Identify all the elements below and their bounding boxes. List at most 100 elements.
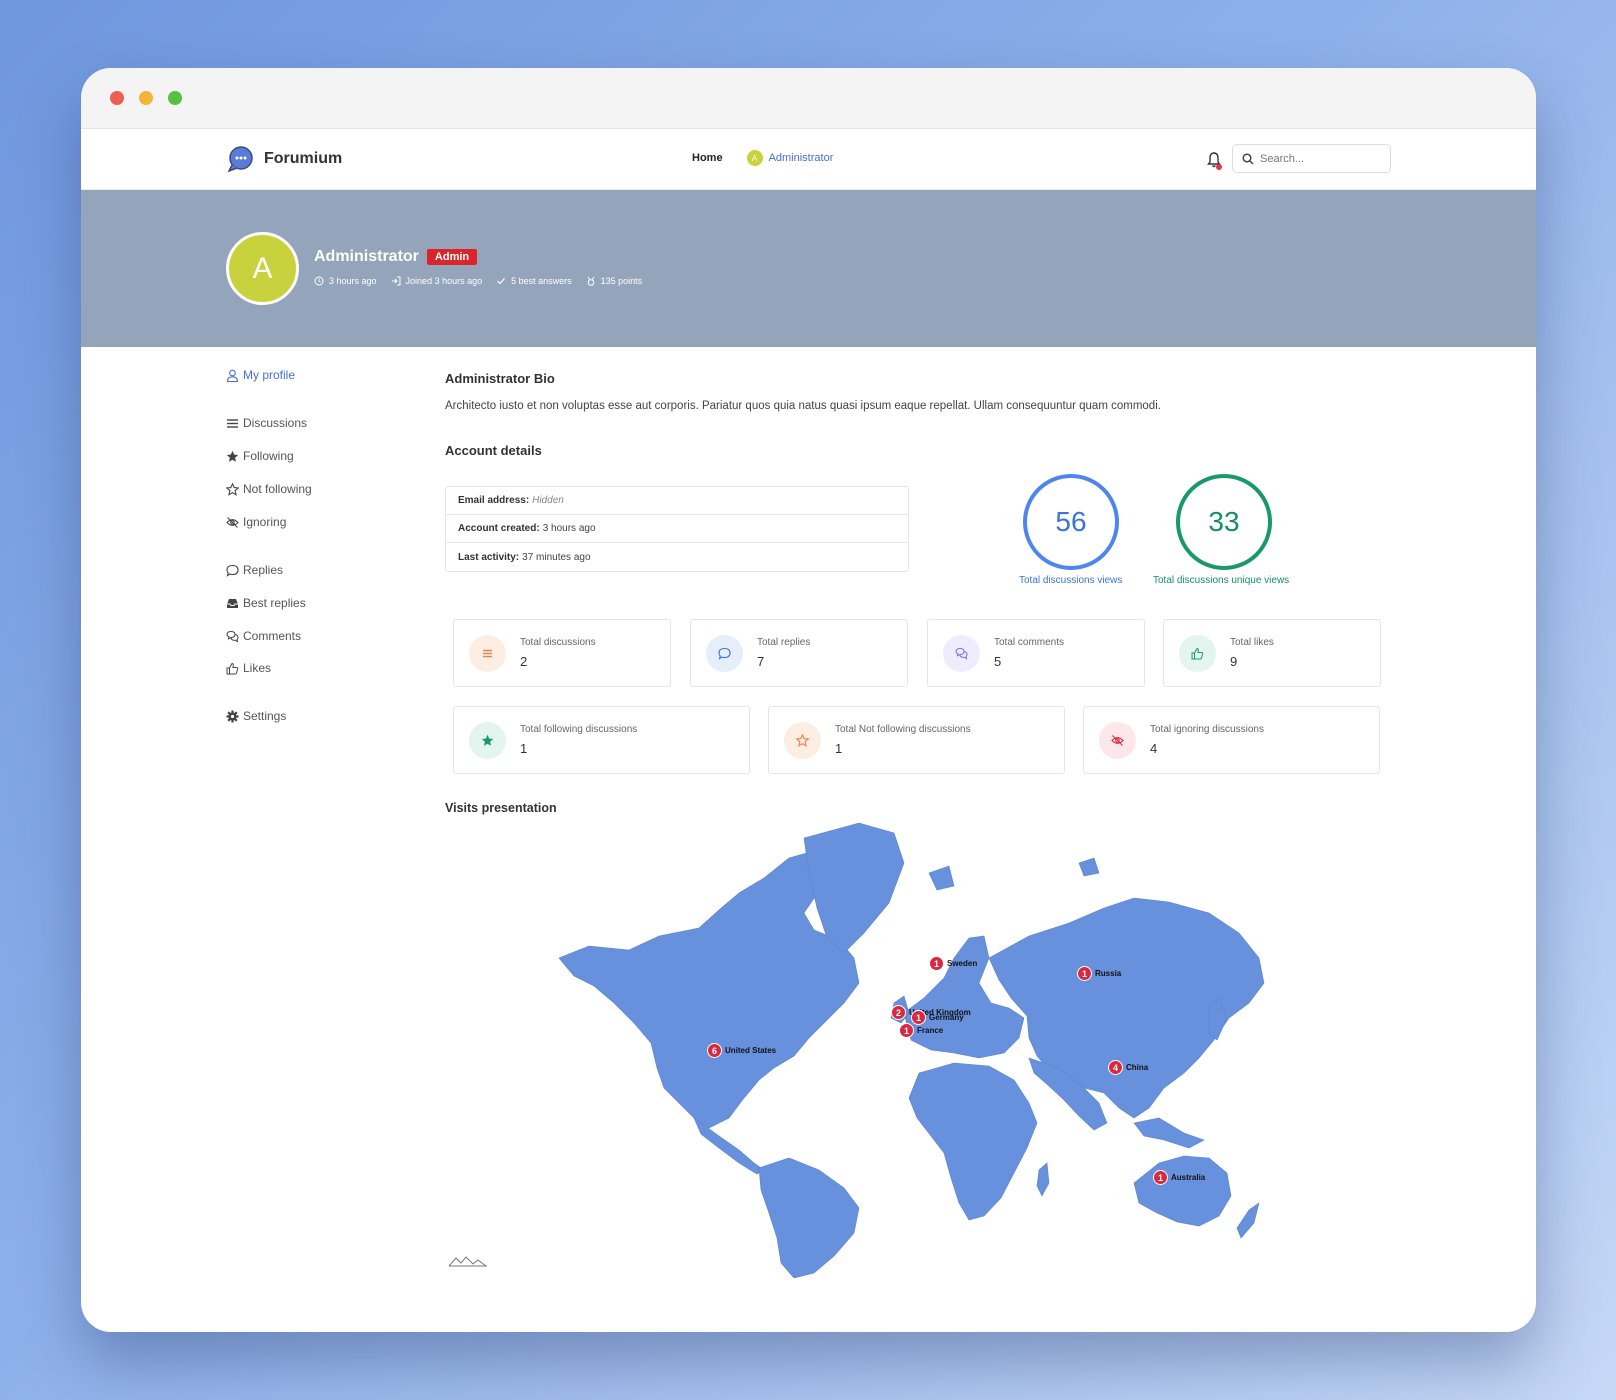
stat-label: Total following discussions — [520, 724, 638, 735]
sidebar-item-following[interactable]: Following — [226, 446, 294, 466]
list-icon — [227, 418, 238, 428]
profile-meta: 3 hours ago Joined 3 hours ago 5 best an… — [314, 276, 642, 286]
stat-value: 4 — [1150, 741, 1158, 756]
comments-icon — [943, 634, 980, 672]
email-label: Email address: — [458, 495, 530, 506]
map-marker[interactable]: 1 France — [899, 1023, 943, 1038]
gear-icon — [226, 710, 239, 722]
star-filled-icon — [469, 721, 506, 759]
stat-label: Total Not following discussions — [835, 724, 971, 735]
map-marker[interactable]: 4 China — [1108, 1060, 1148, 1075]
stat-value: 2 — [520, 654, 528, 669]
stat-value: 5 — [994, 654, 1002, 669]
account-created-label: Account created: — [458, 523, 540, 534]
meta-points-text: 135 points — [600, 276, 643, 286]
meta-last-seen-text: 3 hours ago — [329, 276, 377, 286]
marker-count: 1 — [929, 956, 944, 971]
sidebar-item-label: Comments — [243, 629, 302, 643]
marker-count: 6 — [707, 1043, 722, 1058]
close-window-button[interactable] — [110, 91, 124, 105]
star-filled-icon — [226, 450, 239, 462]
stat-label: Total discussions — [520, 637, 596, 648]
stat-card-comments: Total comments 5 — [927, 619, 1145, 687]
check-icon — [497, 278, 506, 285]
meta-best-answers-text: 5 best answers — [511, 276, 572, 286]
stat-value: 1 — [835, 741, 843, 756]
stat-value: 9 — [1230, 654, 1238, 669]
stat-label: Total replies — [757, 637, 811, 648]
stat-card-ignoring: Total ignoring discussions 4 — [1083, 706, 1380, 774]
minimize-window-button[interactable] — [139, 91, 153, 105]
bio-text: Architecto iusto et non voluptas esse au… — [445, 400, 1161, 412]
stat-value: 7 — [757, 654, 765, 669]
search-box[interactable] — [1232, 144, 1391, 173]
meta-points: 135 points — [586, 276, 643, 286]
nav-home-link[interactable]: Home — [692, 152, 723, 164]
unique-views-ring: 33 — [1176, 474, 1272, 570]
last-activity-row: Last activity: 37 minutes ago — [446, 543, 908, 571]
sidebar-item-ignoring[interactable]: Ignoring — [226, 512, 286, 532]
email-row: Email address: Hidden — [446, 487, 908, 515]
maximize-window-button[interactable] — [168, 91, 182, 105]
sidebar-item-label: Following — [243, 449, 294, 463]
sidebar-item-my-profile[interactable]: My profile — [226, 365, 295, 385]
brand-logo-icon — [227, 146, 253, 173]
account-created-row: Account created: 3 hours ago — [446, 515, 908, 543]
comment-icon — [226, 564, 239, 577]
sidebar-item-label: Ignoring — [243, 515, 287, 529]
marker-country: France — [917, 1026, 944, 1035]
sidebar-item-not-following[interactable]: Not following — [226, 479, 312, 499]
stat-value: 1 — [520, 741, 528, 756]
clock-icon — [314, 276, 324, 286]
marker-country: Sweden — [947, 959, 978, 968]
sidebar-item-best-replies[interactable]: Best replies — [226, 593, 306, 613]
role-badge: Admin — [426, 249, 478, 265]
thumbs-up-icon — [226, 662, 239, 674]
marker-country: Australia — [1171, 1173, 1206, 1182]
eye-slash-icon — [1099, 721, 1136, 759]
star-outline-icon — [784, 721, 821, 759]
stat-card-replies: Total replies 7 — [690, 619, 908, 687]
inbox-icon — [227, 598, 238, 608]
last-activity-label: Last activity: — [458, 551, 520, 563]
search-input[interactable] — [1260, 152, 1375, 165]
comments-icon — [226, 630, 239, 642]
bio-title: Administrator Bio — [445, 371, 555, 386]
map-marker[interactable]: 1 Russia — [1077, 966, 1121, 981]
stat-label: Total likes — [1230, 637, 1274, 648]
account-created-value: 3 hours ago — [542, 523, 596, 534]
sidebar-item-label: Not following — [243, 482, 312, 496]
sidebar-item-label: Best replies — [243, 596, 306, 610]
sidebar-item-likes[interactable]: Likes — [226, 658, 271, 678]
visits-world-map[interactable]: 1 Sweden 1 Russia 2 United Kingdom 1 Ger… — [558, 818, 1279, 1279]
map-marker[interactable]: 1 Sweden — [929, 956, 977, 971]
marker-country: Germany — [929, 1013, 964, 1022]
last-activity-value: 37 minutes ago — [522, 551, 591, 563]
thumbs-up-icon — [1179, 634, 1216, 672]
marker-country: Russia — [1095, 969, 1122, 978]
medal-icon — [587, 276, 595, 286]
total-views-label: Total discussions views — [1019, 575, 1123, 586]
map-library-logo-icon — [448, 1256, 487, 1267]
sidebar-item-discussions[interactable]: Discussions — [226, 413, 307, 433]
marker-country: United States — [725, 1046, 777, 1055]
top-navbar: Forumium Home A Administrator — [81, 129, 1536, 190]
sidebar-item-settings[interactable]: Settings — [226, 706, 286, 726]
nav-user-link[interactable]: A Administrator — [746, 150, 834, 166]
sidebar-item-comments[interactable]: Comments — [226, 626, 301, 646]
marker-country: China — [1126, 1063, 1149, 1072]
sidebar-item-label: My profile — [243, 368, 296, 382]
sign-in-icon — [391, 276, 401, 286]
visits-title: Visits presentation — [445, 801, 557, 815]
main-nav: Home A Administrator — [692, 150, 833, 166]
notification-dot — [1216, 164, 1222, 170]
stat-card-likes: Total likes 9 — [1163, 619, 1381, 687]
marker-count: 1 — [1077, 966, 1092, 981]
map-marker[interactable]: 1 Australia — [1153, 1170, 1205, 1185]
nav-user-name: Administrator — [768, 152, 834, 164]
stat-card-not-following: Total Not following discussions 1 — [768, 706, 1065, 774]
brand-link[interactable]: Forumium — [226, 145, 342, 173]
map-marker[interactable]: 6 United States — [707, 1043, 776, 1058]
list-icon — [469, 634, 506, 672]
sidebar-item-replies[interactable]: Replies — [226, 560, 283, 580]
